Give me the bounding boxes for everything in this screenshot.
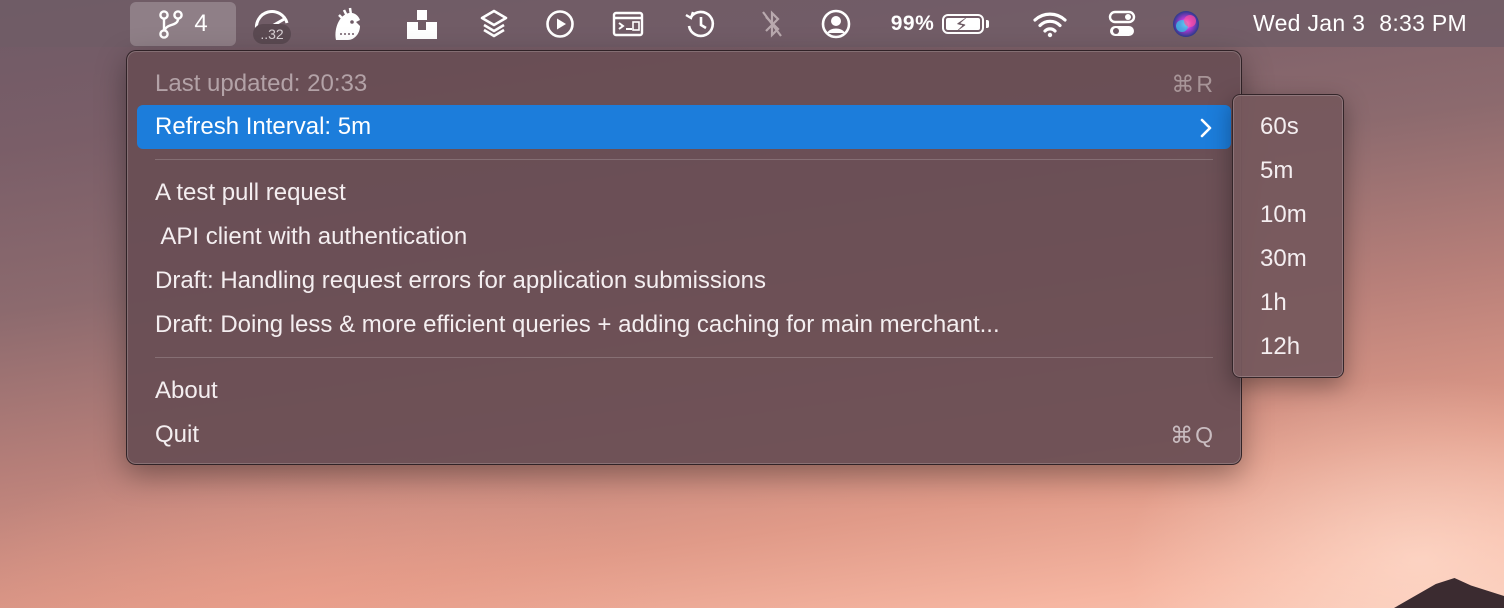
menu-bar: 4 ..32 99% ⚡ Wed Jan 3 8:33 PM xyxy=(0,0,1504,47)
refresh-shortcut: ⌘R xyxy=(1171,70,1215,97)
bluetooth-off-icon xyxy=(759,8,785,40)
siri-status-item[interactable] xyxy=(1166,0,1206,47)
clock[interactable]: Wed Jan 3 8:33 PM xyxy=(1228,0,1478,47)
menu-separator xyxy=(155,159,1213,160)
wifi-status-item[interactable] xyxy=(1028,0,1072,47)
time: 8:33 PM xyxy=(1379,10,1467,36)
pr-title: A test pull request xyxy=(155,179,346,206)
play-circle-icon xyxy=(545,9,575,39)
unarchiver-icon xyxy=(405,8,439,40)
interval-option-10m[interactable]: 10m xyxy=(1239,193,1337,237)
about-item[interactable]: About xyxy=(137,369,1231,413)
stack-status-item[interactable] xyxy=(472,0,516,47)
interval-option-5m[interactable]: 5m xyxy=(1239,149,1337,193)
stack-icon xyxy=(479,8,509,40)
quit-shortcut: ⌘Q xyxy=(1170,421,1215,448)
hedgehog-status-item[interactable] xyxy=(325,0,369,47)
terminal-status-item[interactable] xyxy=(606,0,650,47)
refresh-interval-submenu: 60s 5m 10m 30m 1h 12h xyxy=(1232,94,1344,378)
time-machine-icon xyxy=(684,9,716,39)
pr-title: API client with authentication xyxy=(155,223,468,250)
control-center-icon xyxy=(1107,9,1137,39)
battery-icon: ⚡ xyxy=(942,13,985,37)
time-machine-status-item[interactable] xyxy=(678,0,722,47)
wifi-icon xyxy=(1032,10,1068,38)
unarchiver-status-item[interactable] xyxy=(400,0,444,47)
pr-status-item[interactable]: 4 xyxy=(130,2,236,46)
interval-option-30m[interactable]: 30m xyxy=(1239,237,1337,281)
interval-option-12h[interactable]: 12h xyxy=(1239,325,1337,369)
play-status-item[interactable] xyxy=(538,0,582,47)
menu-separator xyxy=(155,357,1213,358)
pr-item[interactable]: Draft: Handling request errors for appli… xyxy=(137,259,1231,303)
pr-count: 4 xyxy=(194,10,208,37)
git-branch-icon xyxy=(158,9,184,39)
hedgehog-icon xyxy=(330,6,364,42)
gauge-badge: ..32 xyxy=(253,24,291,44)
pr-title: Draft: Doing less & more efficient queri… xyxy=(155,311,1000,338)
siri-icon xyxy=(1171,9,1201,39)
about-label: About xyxy=(155,377,218,404)
interval-option-1h[interactable]: 1h xyxy=(1239,281,1337,325)
battery-percent: 99% xyxy=(890,11,935,35)
chevron-right-icon xyxy=(1199,117,1213,145)
last-updated-label: Last updated: 20:33 xyxy=(155,70,368,97)
user-circle-icon xyxy=(821,9,851,39)
bluetooth-status-item[interactable] xyxy=(750,0,794,47)
battery-status-item[interactable]: 99% ⚡ xyxy=(884,0,996,47)
refresh-interval-label: Refresh Interval: 5m xyxy=(155,113,372,140)
pr-dropdown-menu: Last updated: 20:33 ⌘R Refresh Interval:… xyxy=(126,50,1242,465)
pr-item[interactable]: API client with authentication xyxy=(137,215,1231,259)
quit-label: Quit xyxy=(155,421,200,448)
pr-item[interactable]: Draft: Doing less & more efficient queri… xyxy=(137,303,1231,347)
user-status-item[interactable] xyxy=(814,0,858,47)
pr-item[interactable]: A test pull request xyxy=(137,171,1231,215)
last-updated-item: Last updated: 20:33 ⌘R xyxy=(137,62,1231,106)
quit-item[interactable]: Quit ⌘Q xyxy=(137,413,1231,457)
pr-title: Draft: Handling request errors for appli… xyxy=(155,267,766,294)
terminal-window-icon xyxy=(612,11,644,37)
refresh-interval-item[interactable]: Refresh Interval: 5m xyxy=(137,105,1231,149)
interval-option-60s[interactable]: 60s xyxy=(1239,105,1337,149)
control-center-status-item[interactable] xyxy=(1100,0,1144,47)
date: Wed Jan 3 xyxy=(1253,10,1366,36)
